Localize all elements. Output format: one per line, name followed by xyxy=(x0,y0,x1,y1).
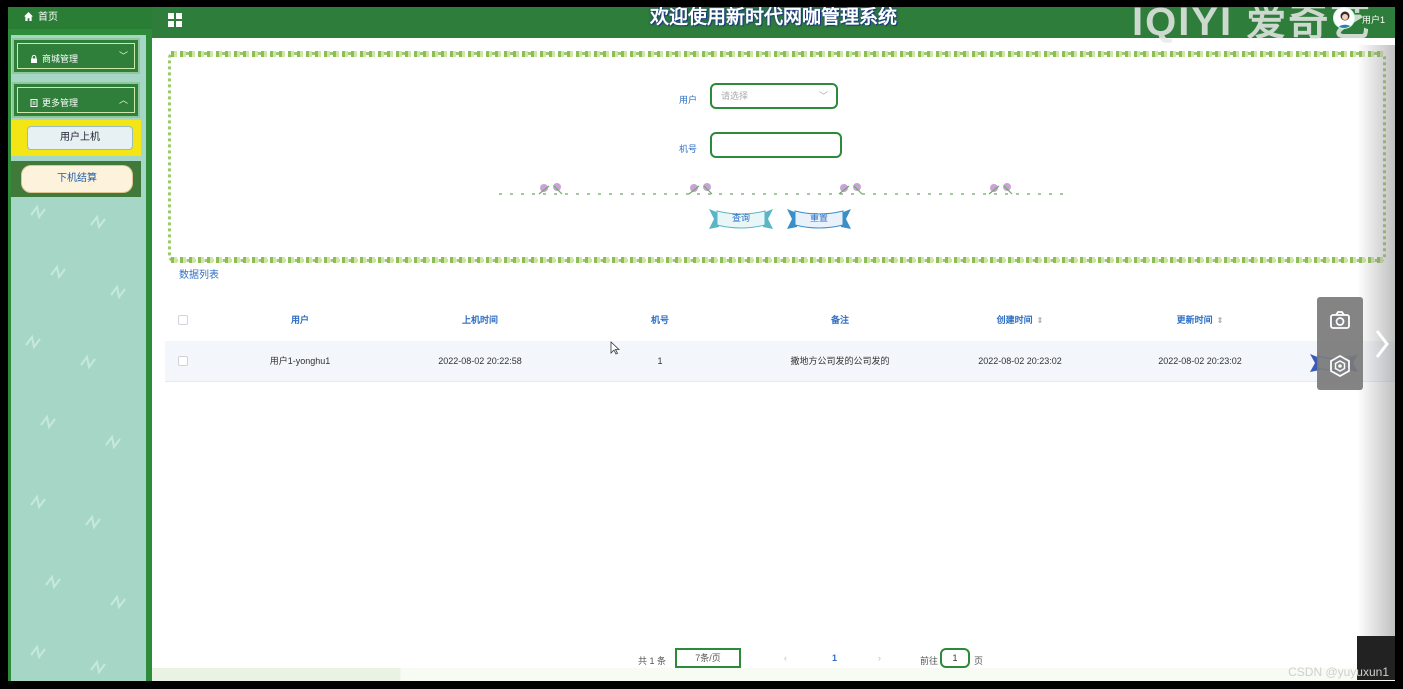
column-header-login-time: 上机时间 xyxy=(461,315,498,325)
cell-created: 2022-08-02 20:23:02 xyxy=(978,356,1062,366)
reset-button[interactable]: 重置 xyxy=(787,205,851,231)
sidebar-group-mall-label-wrap: 商城管理 xyxy=(30,52,78,65)
chevron-left-icon[interactable]: ‹ xyxy=(784,653,787,663)
chevron-down-icon: ﹀ xyxy=(118,51,128,61)
lock-icon xyxy=(31,55,37,63)
user-select[interactable]: 请选择 ﹀ xyxy=(710,83,838,109)
flower-divider-decoration xyxy=(499,183,1069,195)
floating-toolbox xyxy=(1317,297,1363,390)
document-icon xyxy=(30,99,38,107)
query-button[interactable]: 查询 xyxy=(709,205,773,231)
column-header-machine: 机号 xyxy=(650,315,669,325)
sidebar-item-checkout-card: 下机结算 xyxy=(21,165,133,193)
sidebar-group-more-label-wrap: 更多管理 xyxy=(30,96,78,109)
column-header-created-label: 创建时间 xyxy=(996,315,1033,325)
chevron-down-icon: ﹀ xyxy=(818,91,828,101)
page-size-select[interactable]: 7条/页 xyxy=(675,648,741,668)
cell-user: 用户1-yonghu1 xyxy=(269,356,331,366)
machine-field-label: 机号 xyxy=(679,144,698,154)
user-field-label: 用户 xyxy=(679,95,698,105)
csdn-watermark: CSDN @yuyuxun1 xyxy=(1288,665,1389,679)
chevron-up-icon: ︿ xyxy=(118,95,128,105)
cell-login-time: 2022-08-02 20:22:58 xyxy=(438,356,522,366)
cell-machine: 1 xyxy=(657,356,663,366)
cell-remark: 撒地方公司发的公司发的 xyxy=(790,356,890,366)
goto-label: 前往 xyxy=(920,656,939,666)
user-name[interactable]: 用户1 xyxy=(1362,9,1385,31)
sidebar-group-more[interactable]: 更多管理 ︿ xyxy=(12,82,140,118)
sidebar-item-user-login-label: 用户上机 xyxy=(60,132,100,143)
table-header: 用户 上机时间 机号 备注 创建时间⇕ 更新时间⇕ 操 xyxy=(165,300,1395,341)
select-all-checkbox[interactable] xyxy=(178,315,188,325)
machine-input[interactable] xyxy=(710,132,842,158)
sidebar-home-label: 首页 xyxy=(38,12,58,23)
sidebar-group-mall[interactable]: 商城管理 ﹀ xyxy=(12,38,140,74)
sidebar-item-user-login[interactable]: 用户上机 xyxy=(11,120,141,156)
data-list-title: 数据列表 xyxy=(179,270,219,281)
sidebar-item-checkout-label: 下机结算 xyxy=(57,173,97,184)
home-icon xyxy=(24,12,33,21)
query-button-label: 查询 xyxy=(731,213,750,223)
screen-frame: 首页 商城管理 ﹀ 更多管理 ︿ 用户上机 下机结算 IQIYI 爱奇艺 欢迎使… xyxy=(0,0,1403,689)
pagination-total: 共 1 条 xyxy=(638,656,667,666)
column-header-created[interactable]: 创建时间 ⇕ xyxy=(930,300,1110,341)
cell-updated: 2022-08-02 20:23:02 xyxy=(1158,356,1242,366)
column-header-user: 用户 xyxy=(290,315,309,325)
chevron-right-icon[interactable]: › xyxy=(878,653,881,663)
bottom-decoration xyxy=(152,668,1395,681)
data-table: 用户 上机时间 机号 备注 创建时间⇕ 更新时间⇕ 操 用户1-yonghu1 … xyxy=(165,300,1395,382)
sidebar-item-checkout[interactable]: 下机结算 xyxy=(11,161,141,197)
column-header-updated[interactable]: 更新时间 ⇕ xyxy=(1110,300,1290,341)
settings-hexagon-icon[interactable] xyxy=(1329,355,1351,377)
vine-border-bottom xyxy=(171,257,1383,263)
user-select-placeholder: 请选择 xyxy=(721,91,749,101)
table-row: 用户1-yonghu1 2022-08-02 20:22:58 1 撒地方公司发… xyxy=(165,341,1395,382)
user-avatar[interactable] xyxy=(1333,7,1355,29)
column-header-updated-label: 更新时间 xyxy=(1176,315,1213,325)
search-panel: 用户 请选择 ﹀ 机号 查询 重置 xyxy=(168,51,1386,263)
sidebar-group-more-label: 更多管理 xyxy=(42,98,79,108)
row-checkbox[interactable] xyxy=(178,356,188,366)
mouse-cursor-icon xyxy=(610,341,620,355)
page-title: 欢迎使用新时代网咖管理系统 xyxy=(649,7,897,28)
camera-icon[interactable] xyxy=(1329,309,1351,331)
sidebar-item-user-login-card: 用户上机 xyxy=(27,126,133,150)
top-header: IQIYI 爱奇艺 欢迎使用新时代网咖管理系统 用户1 xyxy=(152,7,1395,44)
column-header-remark: 备注 xyxy=(830,315,849,325)
sidebar-group-mall-label: 商城管理 xyxy=(42,54,79,64)
chevron-right-icon[interactable] xyxy=(1373,327,1391,361)
sidebar: 首页 商城管理 ﹀ 更多管理 ︿ 用户上机 下机结算 xyxy=(8,7,152,681)
page-unit-label: 页 xyxy=(974,656,984,666)
current-page[interactable]: 1 xyxy=(832,653,837,663)
vine-border-top xyxy=(171,51,1383,57)
sidebar-home[interactable]: 首页 xyxy=(8,7,152,29)
goto-page-input[interactable]: 1 xyxy=(940,648,970,668)
sort-icon[interactable]: ⇕ xyxy=(1217,316,1224,325)
app-window: 首页 商城管理 ﹀ 更多管理 ︿ 用户上机 下机结算 IQIYI 爱奇艺 欢迎使… xyxy=(8,7,1395,681)
sort-icon[interactable]: ⇕ xyxy=(1037,316,1044,325)
reset-button-label: 重置 xyxy=(809,213,828,223)
